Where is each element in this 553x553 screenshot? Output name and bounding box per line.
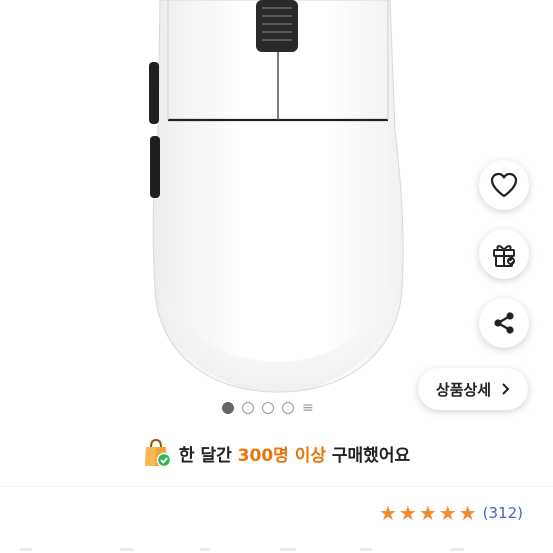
- shopping-bag-check-icon: [144, 438, 171, 468]
- star-icon: ★: [438, 501, 457, 525]
- divider: [0, 486, 553, 487]
- purchase-suffix: 구매했어요: [325, 445, 411, 466]
- product-image: [149, 0, 404, 393]
- product-detail-button[interactable]: 상품상세: [418, 368, 528, 410]
- carousel-dot[interactable]: [222, 402, 234, 414]
- more-indicator-icon: ≡: [302, 400, 314, 416]
- purchase-prefix: 한 달간: [178, 445, 238, 466]
- chevron-right-icon: [502, 383, 510, 395]
- gift-button[interactable]: [479, 229, 529, 279]
- star-icon: ★: [418, 501, 437, 525]
- star-icon: ★: [398, 501, 417, 525]
- carousel-indicator: ≡: [222, 400, 314, 416]
- share-button[interactable]: [479, 298, 529, 348]
- wishlist-button[interactable]: [479, 160, 529, 210]
- gift-icon: [493, 245, 515, 267]
- cut-off-content: [20, 548, 464, 551]
- carousel-dot[interactable]: [262, 402, 274, 414]
- carousel-dot[interactable]: [282, 402, 294, 414]
- carousel-dot[interactable]: [242, 402, 254, 414]
- purchase-highlight: 300명 이상: [237, 445, 326, 466]
- product-detail-label: 상품상세: [435, 380, 492, 399]
- heart-icon: [490, 172, 518, 198]
- rating[interactable]: ★ ★ ★ ★ ★ (312): [379, 503, 523, 523]
- review-count[interactable]: (312): [483, 504, 523, 522]
- star-icon: ★: [378, 501, 397, 525]
- share-icon: [494, 312, 514, 334]
- star-icon: ★: [458, 501, 477, 525]
- purchase-text: 한 달간 300명 이상 구매했어요: [179, 441, 410, 466]
- purchase-banner: 한 달간 300명 이상 구매했어요: [0, 438, 553, 468]
